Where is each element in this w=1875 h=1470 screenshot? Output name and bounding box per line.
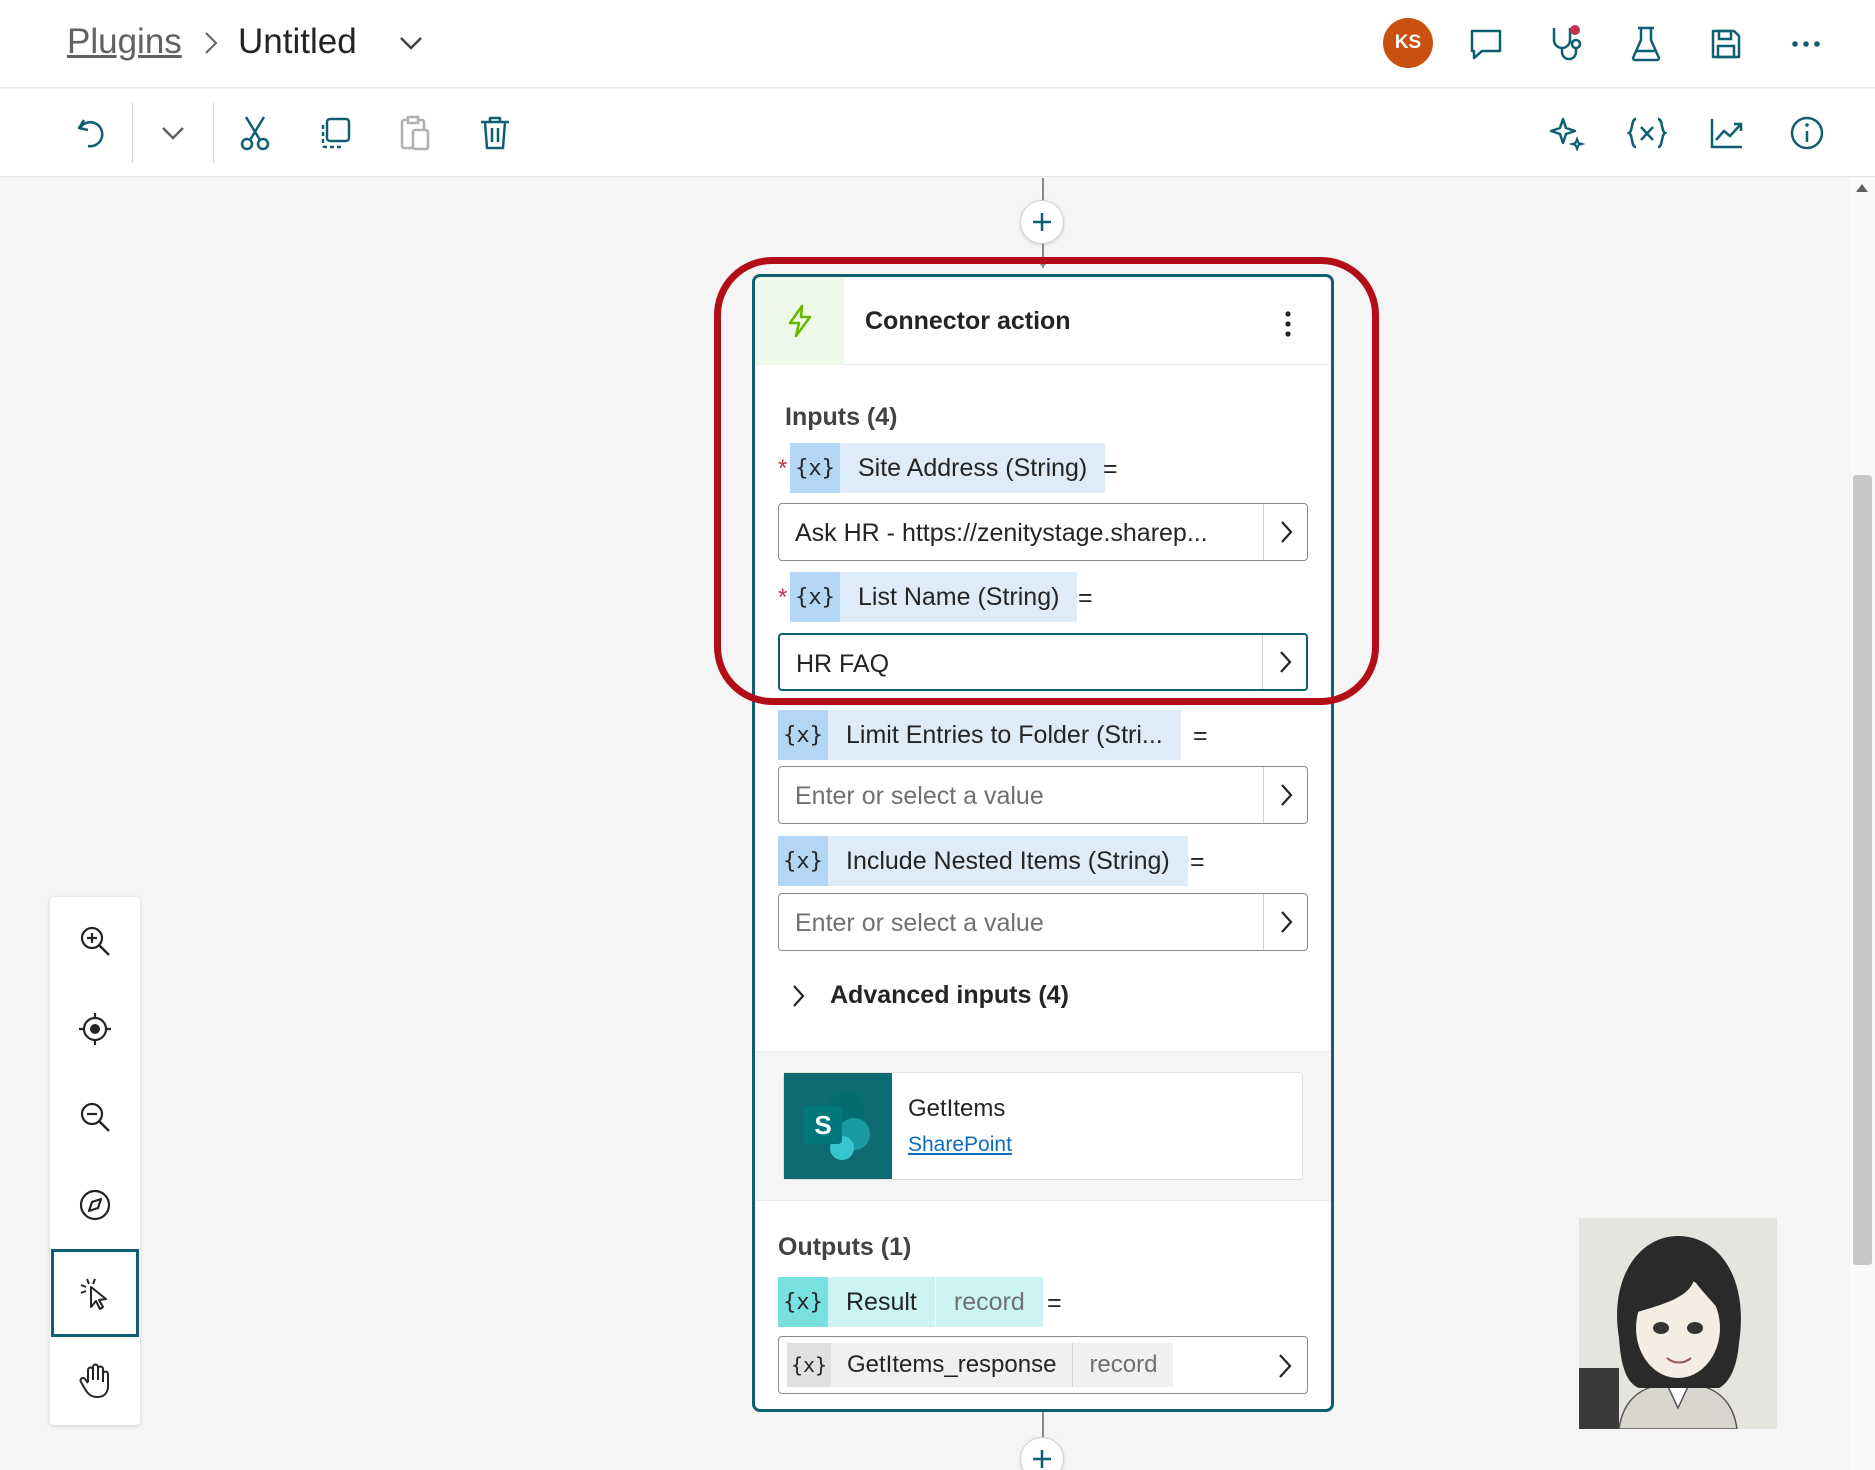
arrow-down-icon bbox=[1035, 257, 1051, 268]
output-value-name: GetItems_response bbox=[847, 1351, 1057, 1378]
input-list-name-chip: {x} List Name (String) bbox=[790, 572, 1078, 622]
input-limit-entries-chip: {x} Limit Entries to Folder (Stri... bbox=[778, 710, 1181, 760]
delete-icon[interactable] bbox=[471, 109, 519, 157]
plus-icon bbox=[1033, 1450, 1051, 1468]
site-address-field[interactable]: Ask HR - https://zenitystage.sharep... bbox=[778, 503, 1308, 561]
breadcrumb-current-title: Untitled bbox=[238, 22, 357, 61]
select-pointer-icon[interactable] bbox=[51, 1249, 139, 1337]
app-header: Plugins Untitled KS bbox=[0, 0, 1875, 88]
toolbar-divider bbox=[132, 103, 133, 163]
field-value: HR FAQ bbox=[796, 650, 890, 678]
add-node-button[interactable] bbox=[1020, 200, 1064, 244]
fit-view-icon[interactable] bbox=[50, 985, 140, 1073]
equals-sign: = bbox=[1190, 848, 1205, 876]
lightning-icon bbox=[755, 277, 844, 365]
advanced-inputs-toggle[interactable]: Advanced inputs (4) bbox=[790, 981, 1069, 1010]
presenter-portrait bbox=[1579, 1218, 1777, 1429]
limit-entries-field[interactable]: Enter or select a value bbox=[778, 766, 1308, 824]
list-name-field[interactable]: HR FAQ bbox=[778, 633, 1308, 691]
more-icon[interactable] bbox=[1784, 22, 1828, 66]
input-name: Site Address (String) bbox=[858, 453, 1088, 482]
more-vertical-icon[interactable] bbox=[1285, 311, 1291, 337]
variable-icon: {x} bbox=[778, 710, 828, 760]
connector-action-node[interactable]: Connector action Inputs (4) * {x} Site A… bbox=[752, 274, 1334, 1412]
required-marker: * bbox=[778, 584, 788, 611]
input-include-nested-chip: {x} Include Nested Items (String) bbox=[778, 836, 1188, 886]
chevron-right-icon bbox=[793, 984, 805, 1007]
scroll-up-icon[interactable] bbox=[1856, 184, 1868, 192]
equals-sign: = bbox=[1047, 1289, 1062, 1317]
equals-sign: = bbox=[1193, 722, 1208, 750]
sharepoint-connector-link[interactable]: SharePoint bbox=[908, 1133, 1012, 1157]
equals-sign: = bbox=[1103, 455, 1118, 483]
chevron-right-icon[interactable] bbox=[1262, 635, 1306, 689]
output-type: record bbox=[934, 1277, 1043, 1327]
chevron-down-icon[interactable] bbox=[396, 28, 426, 58]
cut-icon[interactable] bbox=[231, 109, 279, 157]
variables-icon[interactable] bbox=[1623, 109, 1671, 157]
getitems-action-card[interactable]: S GetItems SharePoint bbox=[783, 1072, 1303, 1180]
flask-icon[interactable] bbox=[1624, 22, 1668, 66]
pan-hand-icon[interactable] bbox=[50, 1337, 140, 1425]
chevron-right-icon bbox=[205, 32, 218, 54]
input-name: List Name (String) bbox=[858, 582, 1060, 611]
advanced-inputs-label: Advanced inputs (4) bbox=[830, 981, 1069, 1009]
output-value-field[interactable]: {x} GetItems_response record bbox=[778, 1336, 1308, 1394]
zoom-out-icon[interactable] bbox=[50, 1073, 140, 1161]
plus-icon bbox=[1033, 213, 1051, 231]
action-summary: S GetItems SharePoint bbox=[755, 1051, 1331, 1201]
toolbar-divider bbox=[213, 103, 214, 163]
chevron-right-icon[interactable] bbox=[1263, 767, 1307, 823]
comment-icon[interactable] bbox=[1464, 22, 1508, 66]
inputs-label: Inputs (4) bbox=[785, 403, 898, 431]
chevron-right-icon[interactable] bbox=[1263, 894, 1307, 950]
scrollbar-thumb[interactable] bbox=[1853, 475, 1872, 1265]
chevron-right-icon[interactable] bbox=[1263, 504, 1307, 560]
sharepoint-logo-letter: S bbox=[814, 1110, 831, 1140]
variable-icon: {x} bbox=[790, 443, 840, 493]
info-icon[interactable] bbox=[1783, 109, 1831, 157]
sharepoint-logo-icon: S bbox=[784, 1073, 892, 1179]
required-marker: * bbox=[778, 455, 788, 482]
variable-icon: {x} bbox=[787, 1343, 831, 1387]
input-name: Limit Entries to Folder (Stri... bbox=[846, 720, 1163, 749]
action-name: GetItems bbox=[908, 1095, 1006, 1122]
output-value-type: record bbox=[1072, 1343, 1173, 1387]
chevron-right-icon[interactable] bbox=[1273, 1351, 1297, 1381]
minimap-icon[interactable] bbox=[50, 1161, 140, 1249]
field-placeholder: Enter or select a value bbox=[795, 782, 1044, 810]
zoom-controls bbox=[50, 897, 140, 1425]
variable-icon: {x} bbox=[778, 836, 828, 886]
zoom-in-icon[interactable] bbox=[50, 897, 140, 985]
getitems-response-chip: {x} GetItems_response record bbox=[787, 1343, 1174, 1387]
variable-icon: {x} bbox=[790, 572, 840, 622]
node-title: Connector action bbox=[865, 307, 1071, 335]
chevron-down-icon[interactable] bbox=[149, 109, 197, 157]
input-name: Include Nested Items (String) bbox=[846, 846, 1170, 875]
canvas-toolbar bbox=[0, 89, 1875, 177]
save-icon[interactable] bbox=[1704, 22, 1748, 66]
input-site-address-chip: {x} Site Address (String) bbox=[790, 443, 1106, 493]
undo-icon[interactable] bbox=[67, 109, 115, 157]
outputs-label: Outputs (1) bbox=[778, 1233, 912, 1261]
equals-sign: = bbox=[1078, 584, 1093, 612]
analytics-icon[interactable] bbox=[1703, 109, 1751, 157]
field-placeholder: Enter or select a value bbox=[795, 909, 1044, 937]
output-result-chip: {x} Result record bbox=[778, 1277, 1043, 1327]
copy-icon[interactable] bbox=[311, 109, 359, 157]
user-avatar[interactable]: KS bbox=[1383, 18, 1433, 68]
stethoscope-icon[interactable] bbox=[1544, 22, 1588, 66]
field-value: Ask HR - https://zenitystage.sharep... bbox=[795, 519, 1208, 547]
node-header: Connector action bbox=[755, 277, 1331, 365]
output-name: Result bbox=[846, 1287, 917, 1316]
variable-icon: {x} bbox=[778, 1277, 828, 1327]
breadcrumb-plugins-link[interactable]: Plugins bbox=[67, 22, 182, 62]
sparkle-icon[interactable] bbox=[1543, 109, 1591, 157]
paste-icon bbox=[391, 109, 439, 157]
include-nested-field[interactable]: Enter or select a value bbox=[778, 893, 1308, 951]
